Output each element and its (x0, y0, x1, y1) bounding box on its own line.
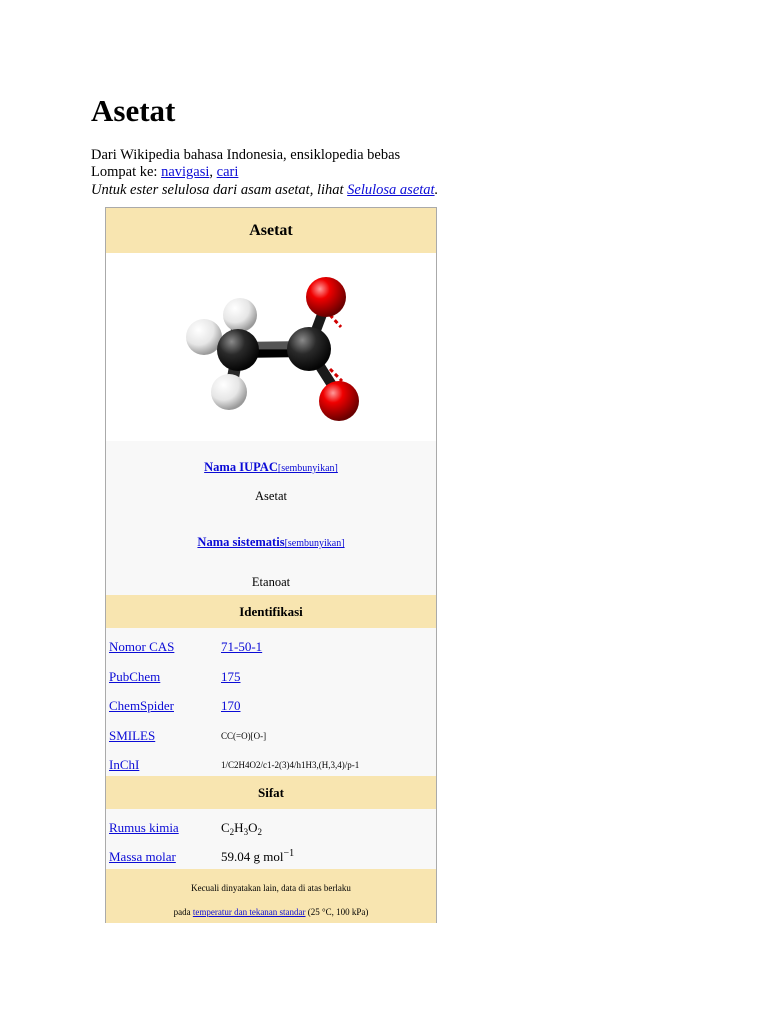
jump-search-link[interactable]: cari (217, 164, 239, 180)
ident-row: ChemSpider 170 (106, 695, 436, 717)
oxygen-atom-bottom (319, 381, 359, 421)
molar-mass-value: 59.04 g mol−1 (221, 848, 295, 865)
smiles-link[interactable]: SMILES (109, 728, 155, 744)
page-title: Asetat (91, 93, 176, 128)
iupac-name-heading: Nama IUPAC[sembunyikan] (106, 460, 436, 475)
oxygen-atom-top (306, 277, 346, 317)
iupac-name-value: Asetat (255, 489, 287, 503)
systematic-name-heading: Nama sistematis[sembunyikan] (106, 535, 436, 550)
inchi-value: 1/C2H4O2/c1-2(3)4/h1H3,(H,3,4)/p-1 (221, 760, 360, 770)
note-line-1: Kecuali dinyatakan lain, data di atas be… (191, 883, 351, 893)
properties-header: Sifat (106, 776, 436, 809)
jump-separator: , (209, 164, 217, 180)
iupac-hide-toggle[interactable]: [sembunyikan] (278, 463, 338, 474)
chemspider-value-link[interactable]: 170 (221, 698, 241, 714)
chembox: Asetat Nama IUPAC[sembunyikan] Asetat Na… (105, 207, 437, 923)
molar-mass-link[interactable]: Massa molar (109, 849, 176, 865)
property-row: Rumus kimia C2H3O2 (106, 817, 436, 839)
chemical-formula-link[interactable]: Rumus kimia (109, 820, 179, 836)
carbon-atom-methyl (217, 329, 259, 371)
ident-row: InChI 1/C2H4O2/c1-2(3)4/h1H3,(H,3,4)/p-1 (106, 754, 436, 776)
property-row: Massa molar 59.04 g mol−1 (106, 846, 436, 868)
systematic-hide-toggle[interactable]: [sembunyikan] (285, 538, 345, 549)
pubchem-value-link[interactable]: 175 (221, 669, 241, 685)
hydrogen-atom-bottom (211, 374, 247, 410)
jump-links: Lompat ke: navigasi, cari (91, 163, 238, 181)
hydrogen-atom-left (186, 319, 222, 355)
hatnote-link[interactable]: Selulosa asetat (347, 182, 434, 198)
cas-number-value-link[interactable]: 71-50-1 (221, 639, 262, 655)
standard-conditions-note: Kecuali dinyatakan lain, data di atas be… (106, 869, 436, 923)
identification-header: Identifikasi (106, 595, 436, 628)
hydrogen-atom-top (223, 298, 257, 332)
tagline: Dari Wikipedia bahasa Indonesia, ensiklo… (91, 147, 401, 163)
chemspider-link[interactable]: ChemSpider (109, 698, 174, 714)
smiles-value: CC(=O)[O-] (221, 731, 267, 741)
chembox-title: Asetat (106, 208, 436, 253)
ball-and-stick-molecule-icon (186, 277, 359, 421)
jump-navigation-link[interactable]: navigasi (161, 164, 209, 180)
jump-label: Lompat ke: (91, 164, 162, 180)
ident-row: SMILES CC(=O)[O-] (106, 725, 436, 747)
note-line-2: pada temperatur dan tekanan standar (25 … (173, 907, 369, 917)
ident-row: PubChem 175 (106, 666, 436, 688)
chemical-formula-value: C2H3O2 (221, 820, 262, 837)
hatnote: Untuk ester selulosa dari asam asetat, l… (91, 181, 438, 199)
hatnote-text: Untuk ester selulosa dari asam asetat, l… (91, 182, 348, 198)
systematic-name-value: Etanoat (251, 575, 291, 589)
cas-number-link[interactable]: Nomor CAS (109, 639, 174, 655)
molecule-image[interactable] (106, 253, 436, 441)
ident-row: Nomor CAS 71-50-1 (106, 636, 436, 658)
hatnote-end: . (434, 182, 439, 198)
standard-conditions-link[interactable]: temperatur dan tekanan standar (193, 907, 306, 917)
iupac-name-link[interactable]: Nama IUPAC (204, 460, 278, 474)
inchi-link[interactable]: InChI (109, 757, 139, 773)
carbon-atom-carboxylate (287, 327, 331, 371)
pubchem-link[interactable]: PubChem (109, 669, 160, 685)
systematic-name-link[interactable]: Nama sistematis (197, 535, 284, 549)
